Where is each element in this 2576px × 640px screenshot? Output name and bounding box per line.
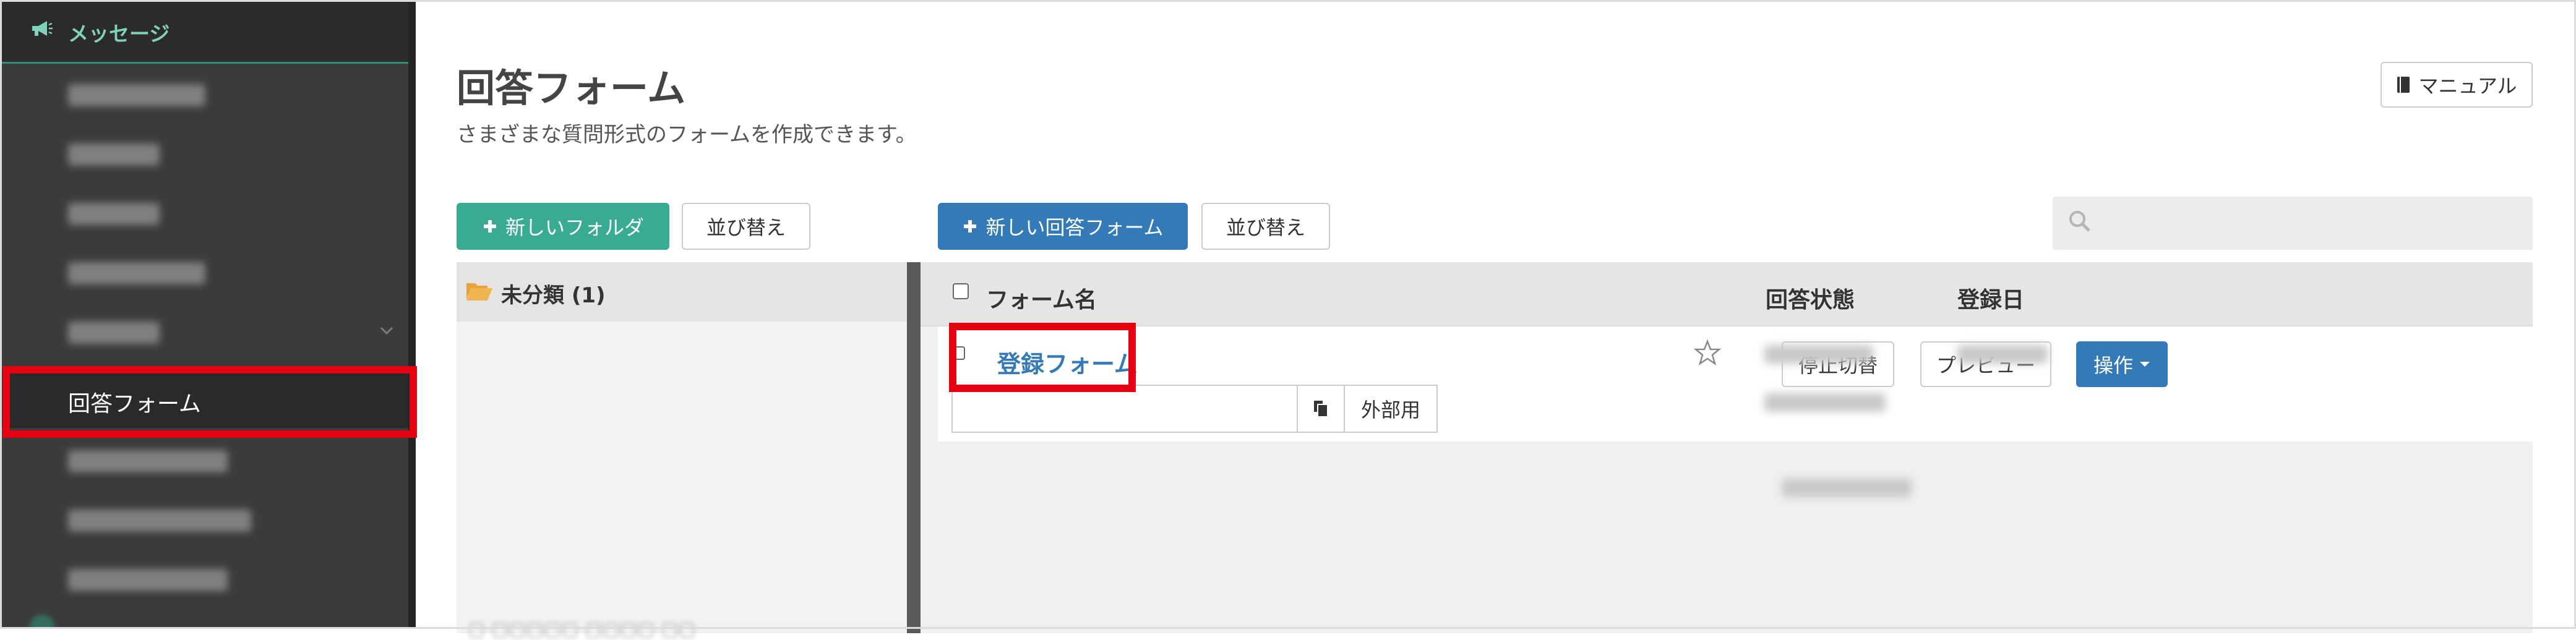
blurred-label [68, 510, 251, 532]
manual-button[interactable]: マニュアル [2381, 62, 2533, 108]
folder-panel: 未分類 (1) ▢ ▢▢▢▢▢ ▢▢▢▢ ▢▢ [457, 262, 907, 640]
blurred-label [68, 203, 160, 225]
external-button-label: 外部用 [1360, 398, 1420, 422]
blurred-label [68, 143, 160, 166]
sidebar-header-label: メッセージ [68, 22, 170, 46]
panel-divider[interactable] [907, 262, 921, 633]
megaphone-icon [32, 21, 53, 36]
new-folder-label: 新しいフォルダ [505, 216, 644, 239]
form-table: フォーム名 回答状態 登録日 登録フォーム 外部用 停止切替 プレビュー 操作 [921, 262, 2533, 633]
sidebar-item-friend-add[interactable] [0, 491, 416, 550]
blurred-label [68, 84, 205, 106]
external-button[interactable]: 外部用 [1344, 385, 1438, 433]
blurred-label [68, 569, 228, 591]
plus-icon [964, 220, 977, 233]
sort-form-button[interactable]: 並び替え [1201, 203, 1330, 250]
table-header: フォーム名 回答状態 登録日 [921, 262, 2533, 326]
sidebar-header[interactable]: メッセージ [0, 0, 416, 64]
copy-button[interactable] [1297, 385, 1345, 433]
page-subtitle: さまざまな質問形式のフォームを作成できます。 [457, 122, 917, 147]
blurred-status-line1 [1764, 345, 1873, 364]
new-form-button[interactable]: 新しい回答フォーム [938, 203, 1188, 250]
new-form-label: 新しい回答フォーム [985, 216, 1164, 239]
sidebar-scrollbar[interactable] [408, 0, 416, 629]
sidebar-item-auto-reply[interactable] [0, 184, 416, 244]
blurred-status [1782, 479, 1912, 497]
sidebar-item-reminder[interactable] [0, 432, 416, 491]
folder-label: 未分類 (1) [501, 283, 606, 308]
new-folder-button[interactable]: 新しいフォルダ [457, 203, 669, 250]
folder-open-icon [466, 283, 492, 301]
manual-button-label: マニュアル [2418, 74, 2517, 98]
sidebar-item-broadcast[interactable] [0, 125, 416, 184]
blurred-status-line2 [1764, 393, 1886, 412]
book-icon [2397, 77, 2410, 93]
sidebar-bottom-icon [30, 615, 54, 629]
operations-label: 操作 [2093, 354, 2133, 377]
operations-dropdown-button[interactable]: 操作 [2076, 341, 2168, 387]
search-input[interactable] [2053, 197, 2533, 250]
highlight-box-form-name [949, 323, 1136, 392]
select-all-checkbox[interactable] [953, 283, 969, 299]
sidebar-item-reservation[interactable] [0, 303, 416, 362]
chevron-down-icon [380, 326, 393, 335]
header-date: 登録日 [1957, 288, 2025, 313]
blurred-date [1957, 345, 2048, 364]
page-title: 回答フォーム [457, 66, 686, 111]
star-icon[interactable] [1694, 339, 1721, 366]
sidebar-item-template[interactable] [0, 244, 416, 303]
sort-folder-button[interactable]: 並び替え [682, 203, 810, 250]
blurred-label [68, 450, 228, 472]
blurred-label [68, 262, 205, 284]
copy-icon [1314, 401, 1328, 417]
blurred-label [68, 322, 160, 344]
table-row: 登録フォーム 外部用 停止切替 プレビュー 操作 [938, 326, 2533, 497]
folder-item[interactable]: 未分類 (1) [457, 262, 907, 322]
highlight-box-sidebar [2, 366, 417, 438]
search-icon [2069, 211, 2090, 232]
folder-panel-footer: ▢ ▢▢▢▢▢ ▢▢▢▢ ▢▢ [468, 618, 696, 640]
sidebar-item-scenario[interactable] [0, 66, 416, 125]
sidebar: メッセージ 回答フォーム [0, 0, 416, 629]
caret-down-icon [2140, 362, 2150, 367]
sidebar-item-action[interactable] [0, 550, 416, 610]
plus-icon [483, 220, 496, 233]
header-form-name: フォーム名 [986, 288, 1097, 313]
sort-folder-label: 並び替え [706, 216, 786, 239]
sort-form-label: 並び替え [1226, 216, 1305, 239]
header-status: 回答状態 [1766, 288, 1855, 313]
